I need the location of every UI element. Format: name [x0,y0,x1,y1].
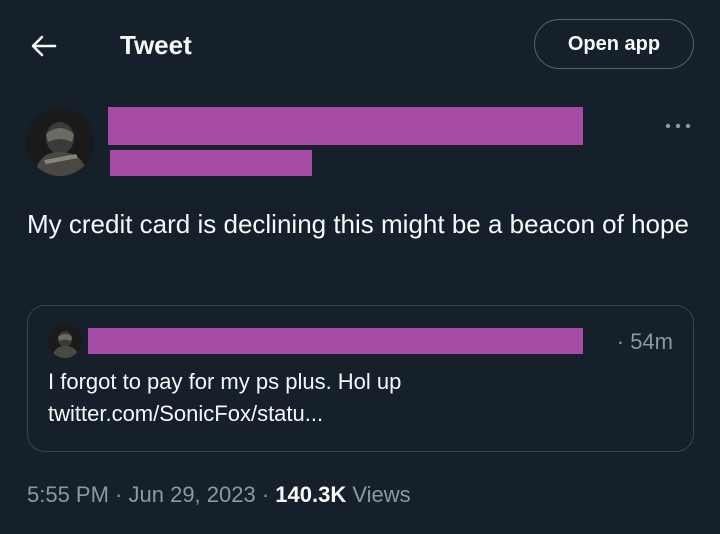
quoted-tweet[interactable]: · 54m I forgot to pay for my ps plus. Ho… [27,305,694,452]
meta-separator: · [108,482,129,507]
quoted-timestamp[interactable]: · 54m [617,328,673,356]
display-name-redacted [108,107,583,145]
page-title: Tweet [120,30,192,60]
arrow-left-icon [31,35,57,57]
tweet-meta: 5:55 PM · Jun 29, 2023 · 140.3K Views [27,480,411,510]
quoted-name-redacted [88,328,583,354]
username-redacted [110,150,312,176]
avatar-image [26,108,94,176]
quoted-text-line: I forgot to pay for my ps plus. Hol up [48,369,402,394]
views-label: Views [346,482,411,507]
views-count: 140.3K [275,482,347,507]
back-button[interactable] [26,28,62,64]
quoted-link[interactable]: twitter.com/SonicFox/statu... [48,398,668,430]
quoted-avatar [48,324,82,358]
tweet-date[interactable]: Jun 29, 2023 [129,482,256,507]
meta-separator: · [255,482,276,507]
more-horizontal-icon [665,123,691,129]
open-app-button[interactable]: Open app [534,19,694,69]
quoted-tweet-text: I forgot to pay for my ps plus. Hol up t… [48,366,668,430]
top-bar: Tweet Open app [0,0,720,92]
tweet-time[interactable]: 5:55 PM [27,482,109,507]
avatar[interactable] [26,108,94,176]
quoted-avatar-image [48,324,82,358]
more-button[interactable] [660,112,696,140]
tweet-text: My credit card is declining this might b… [27,209,689,239]
